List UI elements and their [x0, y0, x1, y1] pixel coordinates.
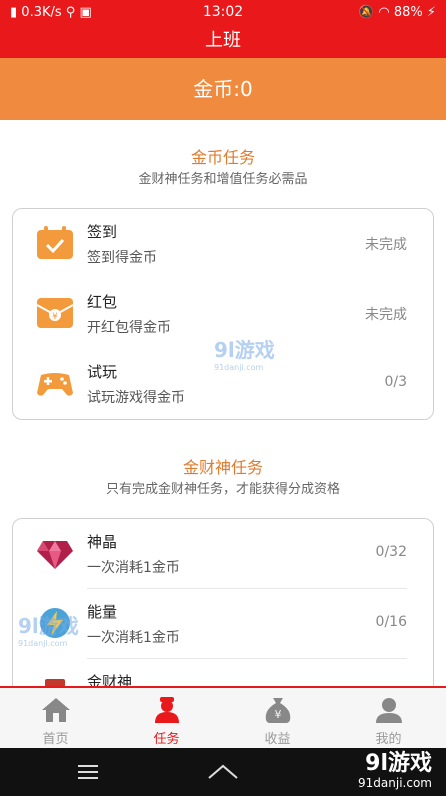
battery-level: 88% [393, 5, 423, 20]
task-row-sign-in[interactable]: 签到 签到得金币 未完成 [13, 209, 433, 279]
money-bag-icon: ¥ [265, 698, 291, 723]
status-bar: ▮ 0.3K/s ⚲ ▣ 13:02 🔕 ◠ 88% ⚡ [0, 0, 446, 26]
tab-label: 收益 [264, 732, 291, 747]
tab-label: 任务 [153, 732, 180, 747]
task-desc: 签到得金币 [87, 250, 157, 266]
task-name: 试玩 [87, 363, 118, 381]
bottom-tab-bar: 首页 任务 ¥ 收益 我的 [0, 686, 446, 748]
task-desc: 一次消耗1金币 [87, 560, 180, 576]
home-nav-icon[interactable] [203, 758, 243, 786]
status-right: 🔕 ◠ 88% ⚡ [358, 5, 436, 20]
task-name: 签到 [87, 223, 118, 241]
god-tasks-card: 神晶 一次消耗1金币 0/32 能量 一次消耗1金币 0/16 金财神 [12, 518, 434, 686]
task-status: 0/32 [375, 544, 407, 560]
fortune-god-icon [45, 679, 65, 686]
tab-label: 我的 [375, 732, 402, 747]
coin-tasks-subtitle: 金财神任务和增值任务必需品 [138, 172, 308, 187]
tab-earnings[interactable]: ¥ 收益 [222, 688, 333, 748]
watermark-logo: 9l游戏 91danji.com [18, 614, 79, 648]
task-desc: 一次消耗1金币 [87, 630, 180, 646]
charging-icon: ⚡ [426, 5, 436, 20]
watermark-logo: 9l游戏 91danji.com [214, 338, 275, 372]
task-status: 0/3 [384, 374, 407, 390]
calendar-check-icon [37, 226, 73, 259]
coin-tasks-title: 金币任务 [190, 148, 255, 167]
red-envelope-icon: ¥ [36, 298, 74, 328]
coin-tasks-card: 签到 签到得金币 未完成 ¥ 红包 开红包得金币 未完成 试玩 试玩游戏得金币 … [12, 208, 434, 420]
task-name: 神晶 [87, 533, 118, 551]
system-nav-bar: 9l游戏 91danji.com [0, 748, 446, 796]
task-row-crystal[interactable]: 神晶 一次消耗1金币 0/32 [13, 519, 433, 589]
task-status: 0/16 [375, 614, 407, 630]
god-tasks-subtitle: 只有完成金财神任务，才能获得分成资格 [105, 482, 340, 497]
task-status: 未完成 [365, 237, 407, 253]
task-content[interactable]: 金币任务 金财神任务和增值任务必需品 签到 签到得金币 未完成 ¥ 红包 开红包… [0, 120, 446, 686]
task-desc: 试玩游戏得金币 [87, 390, 185, 406]
task-name: 红包 [87, 293, 118, 311]
task-status: 未完成 [365, 307, 407, 323]
mute-icon: 🔕 [358, 5, 375, 20]
gamepad-icon [37, 373, 73, 396]
wifi-icon: ◠ [378, 5, 390, 20]
task-person-icon [155, 697, 179, 723]
task-name: 能量 [87, 603, 118, 621]
task-desc: 开红包得金币 [87, 320, 171, 336]
profile-icon [376, 698, 402, 723]
task-name: 金财神 [87, 673, 133, 686]
god-tasks-title: 金财神任务 [182, 458, 263, 477]
task-row-fortune-god[interactable]: 金财神 [13, 659, 433, 686]
tab-label: 首页 [42, 732, 69, 747]
tab-home[interactable]: 首页 [0, 688, 111, 748]
tab-tasks[interactable]: 任务 [111, 688, 222, 748]
coin-balance: 金币:0 [0, 58, 446, 120]
svg-text:¥: ¥ [52, 312, 58, 322]
svg-text:¥: ¥ [275, 708, 282, 721]
gem-icon [37, 541, 73, 569]
menu-icon[interactable] [68, 758, 108, 786]
home-icon [42, 698, 70, 722]
page-title: 上班 [0, 26, 446, 58]
watermark-logo: 9l游戏 91danji.com [358, 751, 432, 791]
tab-profile[interactable]: 我的 [333, 688, 444, 748]
